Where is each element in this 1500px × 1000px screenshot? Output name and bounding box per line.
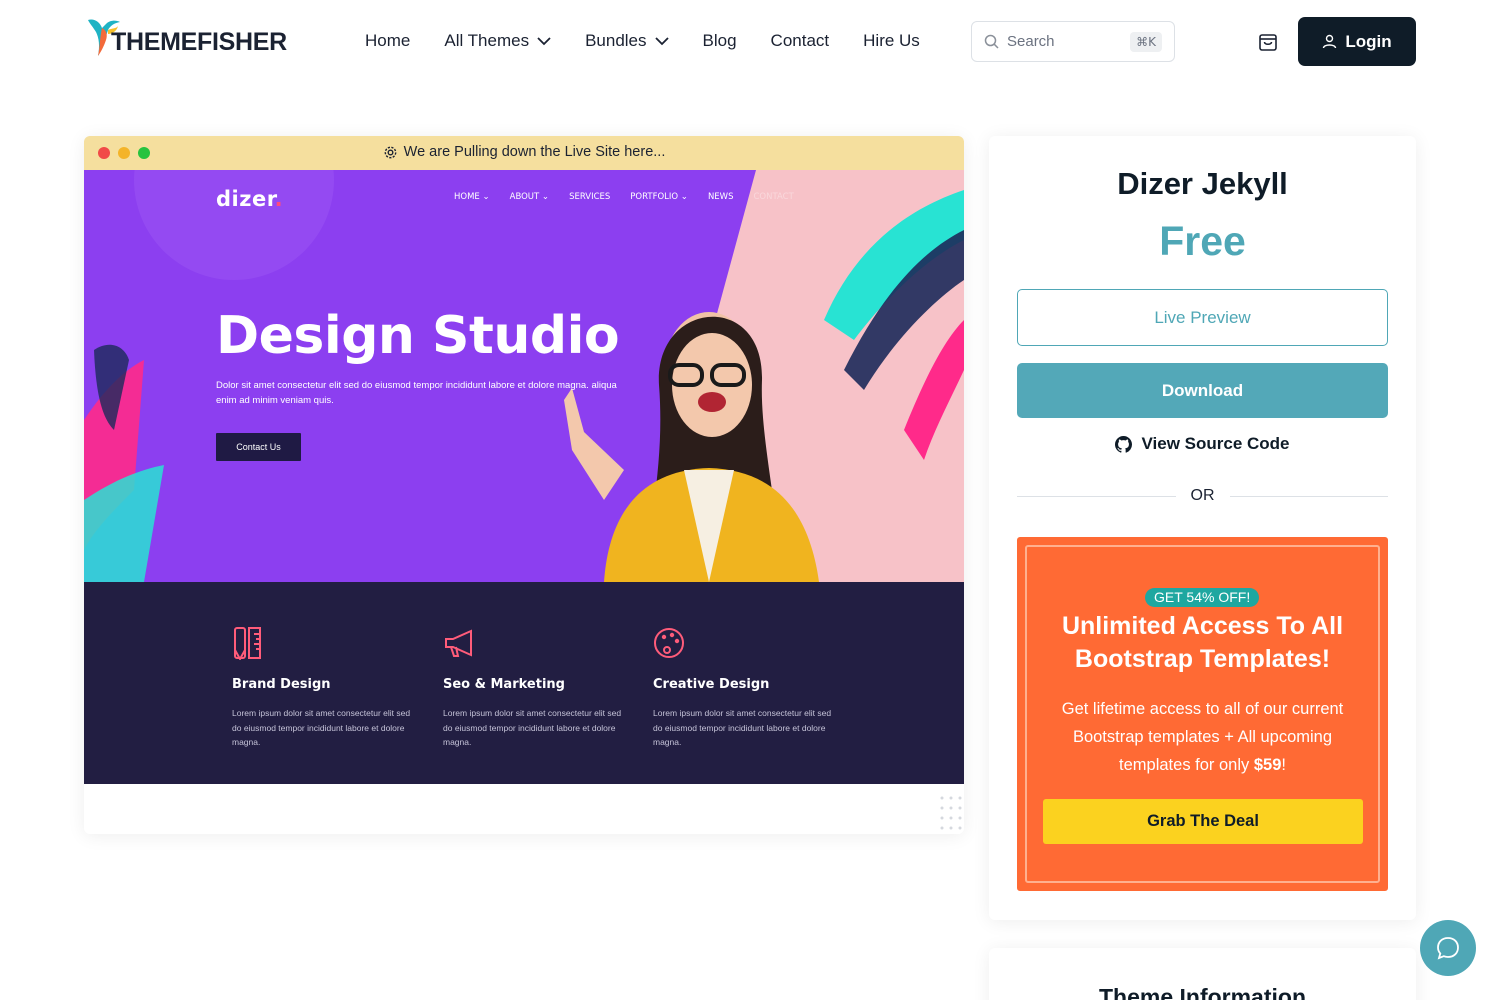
service-title: Brand Design [232,677,331,692]
login-label: Login [1345,31,1392,51]
search-box[interactable]: Search ⌘K [971,21,1175,62]
demo-hero-title: Design Studio [216,306,620,366]
nav-all-themes[interactable]: All Themes [444,30,551,52]
or-divider: OR [1017,487,1388,505]
view-source-link[interactable]: View Source Code [989,434,1416,454]
download-button[interactable]: Download [1017,363,1388,418]
palette-icon [654,628,684,658]
nav-bundles-label: Bundles [585,31,647,50]
service-card: Creative Design Lorem ipsum dolor sit am… [653,626,833,750]
deal-price: $59 [1253,756,1282,774]
nav-blog[interactable]: Blog [703,30,737,52]
theme-title: Dizer Jekyll [1117,166,1288,201]
nav-bundles[interactable]: Bundles [585,30,669,52]
bundle-deal-promo: GET 54% OFF! Unlimited Access To All Boo… [1017,537,1388,891]
service-title: Seo & Marketing [443,677,565,692]
themefisher-logo[interactable]: THEMEFISHER [84,14,287,58]
demo-nav-services[interactable]: SERVICES [569,192,610,202]
service-card: Seo & Marketing Lorem ipsum dolor sit am… [443,626,623,750]
login-button[interactable]: Login [1298,17,1416,66]
nav-contact-label: Contact [770,31,830,50]
grab-deal-button[interactable]: Grab The Deal [1043,799,1363,844]
service-text: Lorem ipsum dolor sit amet consectetur e… [443,708,622,747]
theme-information-card: Theme Information [989,948,1416,1000]
demo-nav-contact[interactable]: CONTACT [753,192,793,202]
demo-site-logo: dizer. [216,187,283,211]
gear-icon [384,146,397,158]
nav-home-label: Home [365,31,411,50]
hero-background-art [84,170,964,582]
search-shortcut-badge: ⌘K [1130,31,1162,52]
demo-services-section: Brand Design Lorem ipsum dolor sit amet … [84,582,964,784]
theme-information-title: Theme Information [1098,984,1306,1000]
theme-price: Free [1159,218,1246,264]
nav-hire-us-label: Hire Us [863,31,920,50]
main-nav: Home All Themes Bundles Blog Contact Hir… [365,30,954,52]
deal-description: Get lifetime access to all of our curren… [1047,695,1358,779]
demo-nav-news[interactable]: NEWS [708,192,734,202]
chat-launcher-button[interactable] [1420,920,1476,976]
user-icon [1323,34,1337,49]
shopping-bag-icon[interactable] [1257,31,1279,53]
service-title: Creative Design [653,677,770,692]
or-label: OR [1190,487,1215,504]
pencil-ruler-icon [234,627,261,662]
browser-bar: We are Pulling down the Live Site here..… [84,136,964,170]
discount-badge: GET 54% OFF! [1145,588,1260,607]
nav-blog-label: Blog [702,31,737,50]
demo-contact-button[interactable]: Contact Us [216,433,301,461]
demo-nav-home[interactable]: HOME ⌄ [454,192,490,202]
nav-all-themes-label: All Themes [444,31,530,50]
demo-hero-subtitle: Dolor sit amet consectetur elit sed do e… [216,380,617,406]
service-text: Lorem ipsum dolor sit amet consectetur e… [232,708,411,747]
live-preview-button[interactable]: Live Preview [1017,289,1388,346]
demo-logo-dot: . [274,187,284,211]
divider-line [1229,495,1388,497]
nav-home[interactable]: Home [365,30,410,52]
demo-hero: dizer. HOME ⌄ ABOUT ⌄ SERVICES PORTFOLIO… [84,170,964,582]
live-preview-frame: We are Pulling down the Live Site here..… [84,136,964,834]
chevron-down-icon [654,36,669,45]
deal-title-line: Bootstrap Templates! [1074,645,1331,673]
search-placeholder: Search [1007,33,1055,50]
deal-text-end: ! [1281,756,1286,774]
site-header: THEMEFISHER Home All Themes Bundles Blog… [0,0,1500,84]
logo-wordmark: THEMEFISHER [111,28,287,56]
deal-title: Unlimited Access To All Bootstrap Templa… [1017,610,1388,676]
preview-footer-strip [84,784,964,834]
deal-title-line: Unlimited Access To All [1061,612,1344,640]
service-card: Brand Design Lorem ipsum dolor sit amet … [232,626,412,750]
megaphone-icon [445,629,472,657]
deal-text: Get lifetime access to all of our curren… [1061,700,1344,774]
github-icon [1115,435,1133,453]
view-source-label: View Source Code [1141,434,1290,453]
nav-contact[interactable]: Contact [771,30,830,52]
theme-purchase-card: Dizer Jekyll Free Live Preview Download … [989,136,1416,920]
divider-line [1017,495,1176,497]
dot-grid-decoration [940,796,962,830]
demo-site-nav: HOME ⌄ ABOUT ⌄ SERVICES PORTFOLIO ⌄ NEWS… [454,192,794,202]
demo-nav-portfolio[interactable]: PORTFOLIO ⌄ [630,192,688,202]
service-text: Lorem ipsum dolor sit amet consectetur e… [653,708,832,747]
loading-message-text: We are Pulling down the Live Site here..… [403,144,666,160]
chat-bubble-icon [1437,937,1459,960]
demo-logo-text: dizer [216,187,275,211]
demo-nav-about[interactable]: ABOUT ⌄ [510,192,549,202]
chevron-down-icon [537,36,551,45]
nav-hire-us[interactable]: Hire Us [863,30,920,52]
loading-message: We are Pulling down the Live Site here..… [84,144,964,160]
search-icon [984,34,999,49]
